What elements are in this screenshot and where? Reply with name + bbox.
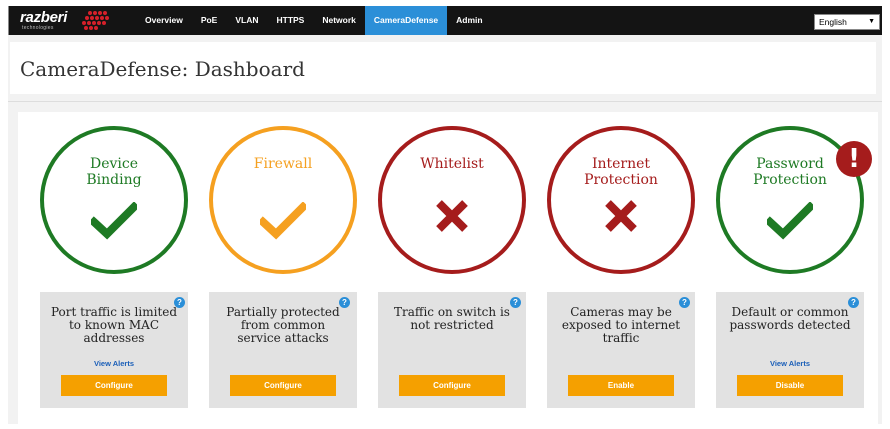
device-binding-title-2: Binding [86, 172, 142, 188]
top-nav-bar: razberi technologies Overview PoE VLAN H… [8, 6, 882, 35]
internet-protection-card: Cameras may be exposed to internet traff… [547, 292, 695, 408]
firewall-card: Partially protected from common service … [209, 292, 357, 408]
info-icon[interactable]: ? [679, 297, 690, 308]
logo-subtext: technologies [22, 25, 54, 31]
info-icon[interactable]: ? [174, 297, 185, 308]
info-icon[interactable]: ? [848, 297, 859, 308]
whitelist-card: Traffic on switch is not restricted ? Co… [378, 292, 526, 408]
device-binding-title-1: Device [89, 156, 139, 172]
configure-button[interactable]: Configure [399, 375, 505, 396]
language-select-value: English [819, 17, 847, 27]
device-binding-description: Port traffic is limited to known MAC add… [44, 306, 184, 345]
check-icon [767, 202, 813, 240]
password-protection-title-2: Protection [753, 172, 827, 188]
device-binding-status-circle: Device Binding [40, 126, 188, 274]
whitelist-description: Traffic on switch is not restricted [382, 306, 522, 332]
view-alerts-link[interactable]: View Alerts [716, 359, 864, 368]
device-binding-card: Port traffic is limited to known MAC add… [40, 292, 188, 408]
language-select[interactable]: English ▼ [814, 14, 880, 30]
alert-exclamation-icon[interactable]: ! [836, 141, 872, 177]
page-title: CameraDefense: Dashboard [20, 57, 305, 81]
nav-admin[interactable]: Admin [447, 6, 491, 35]
check-icon [260, 202, 306, 240]
description-line: traffic [602, 331, 640, 345]
configure-button[interactable]: Configure [61, 375, 167, 396]
x-icon [605, 200, 637, 232]
description-line: passwords detected [729, 318, 851, 332]
description-line: not restricted [410, 318, 494, 332]
internet-protection-title-1: Internet [591, 156, 651, 172]
logo-text: razberi [20, 9, 68, 26]
view-alerts-link[interactable]: View Alerts [40, 359, 188, 368]
nav-cameradefense[interactable]: CameraDefense [364, 6, 448, 35]
firewall-description: Partially protected from common service … [213, 306, 353, 345]
nav-poe[interactable]: PoE [192, 6, 227, 35]
firewall-title-1: Firewall [253, 156, 313, 172]
internet-protection-status-circle: Internet Protection [547, 126, 695, 274]
password-protection-description: Default or common passwords detected [720, 306, 860, 332]
chevron-down-icon: ▼ [868, 18, 875, 25]
description-line: service attacks [237, 331, 329, 345]
whitelist-status-circle: Whitelist [378, 126, 526, 274]
firewall-status-circle: Firewall [209, 126, 357, 274]
nav-https[interactable]: HTTPS [267, 6, 313, 35]
nav-overview[interactable]: Overview [136, 6, 192, 35]
enable-button[interactable]: Enable [568, 375, 674, 396]
check-icon [91, 202, 137, 240]
description-line: addresses [83, 331, 145, 345]
internet-protection-title-2: Protection [584, 172, 658, 188]
configure-button[interactable]: Configure [230, 375, 336, 396]
nav-vlan[interactable]: VLAN [226, 6, 267, 35]
password-protection-card: Default or common passwords detected ? V… [716, 292, 864, 408]
main-nav: Overview PoE VLAN HTTPS Network CameraDe… [136, 6, 492, 35]
whitelist-title-1: Whitelist [420, 156, 484, 172]
nav-network[interactable]: Network [313, 6, 365, 35]
info-icon[interactable]: ? [339, 297, 350, 308]
logo-dots-icon [82, 11, 109, 30]
disable-button[interactable]: Disable [737, 375, 843, 396]
internet-protection-description: Cameras may be exposed to internet traff… [551, 306, 691, 345]
x-icon [436, 200, 468, 232]
info-icon[interactable]: ? [510, 297, 521, 308]
